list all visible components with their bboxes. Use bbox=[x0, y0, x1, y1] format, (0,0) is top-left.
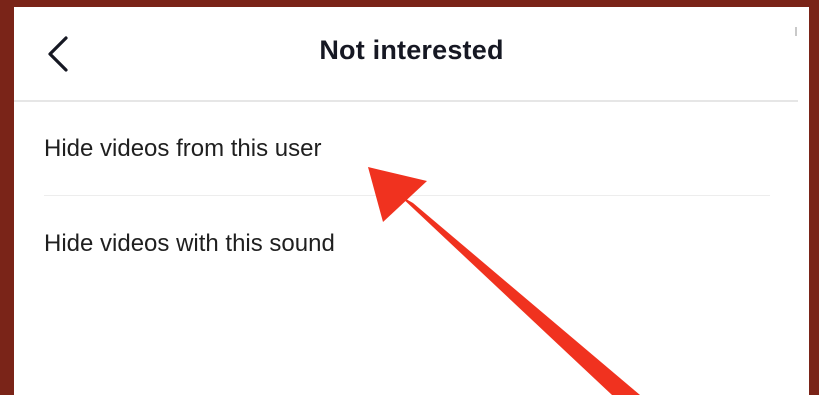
option-hide-sound-videos[interactable]: Hide videos with this sound bbox=[14, 197, 774, 290]
option-label: Hide videos from this user bbox=[44, 135, 322, 162]
row-divider bbox=[44, 195, 770, 196]
screen: Not interested Hide videos from this use… bbox=[14, 7, 809, 395]
option-hide-user-videos[interactable]: Hide videos from this user bbox=[14, 102, 774, 195]
header-bar: Not interested bbox=[14, 7, 809, 100]
page-title: Not interested bbox=[319, 35, 504, 65]
edge-mark bbox=[795, 27, 797, 36]
option-label: Hide videos with this sound bbox=[44, 230, 335, 257]
